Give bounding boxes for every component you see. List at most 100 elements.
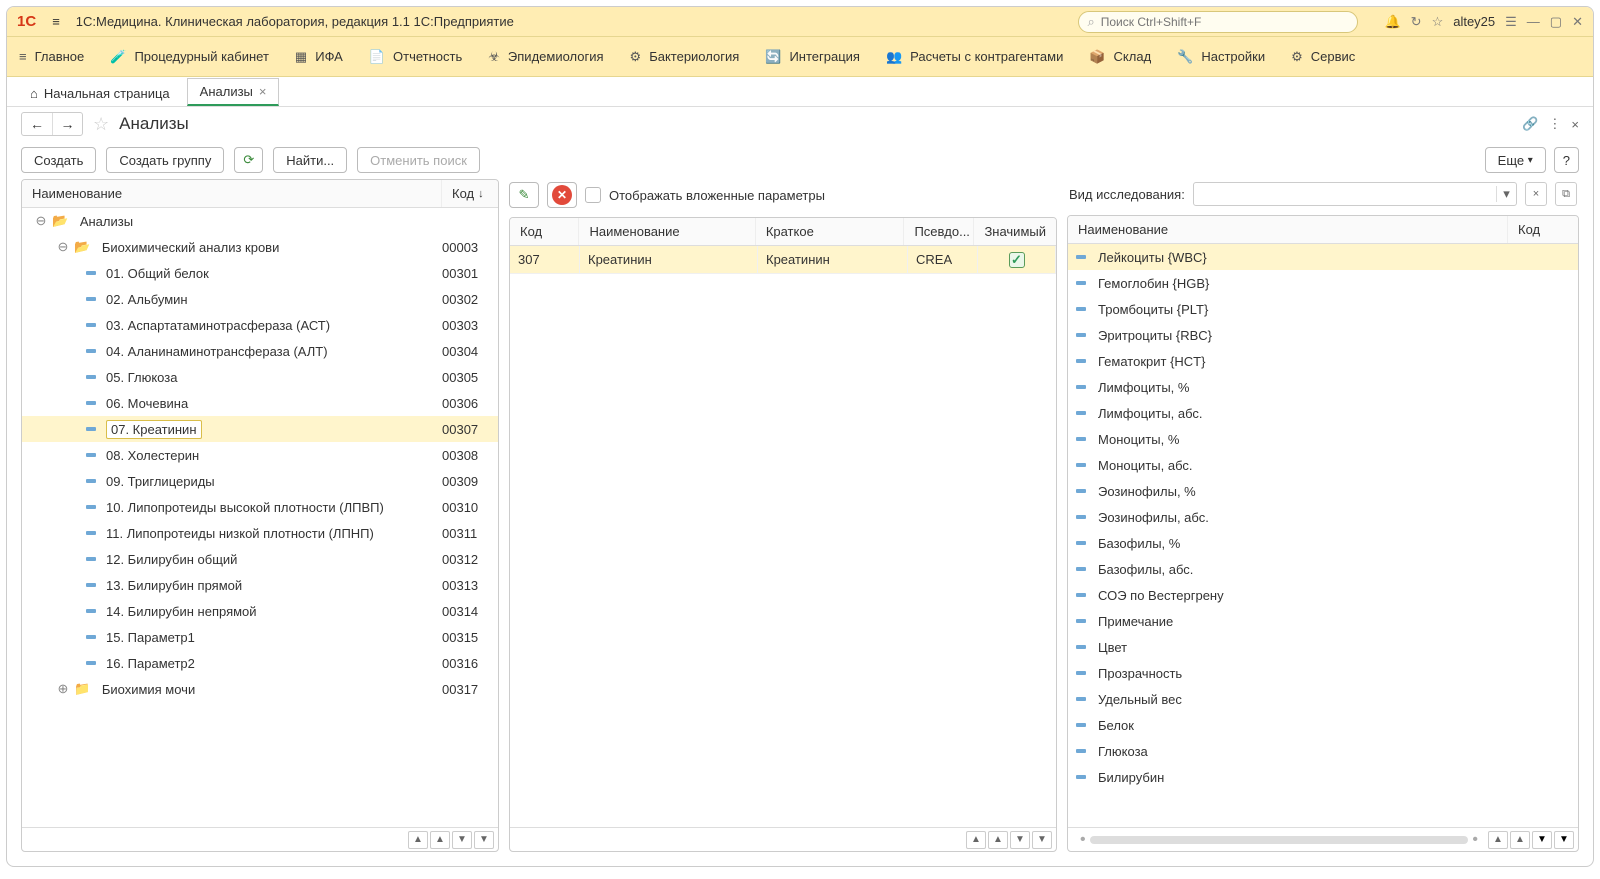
- right-col-code[interactable]: Код: [1508, 216, 1578, 243]
- tree-row[interactable]: 14. Билирубин непрямой00314: [22, 598, 498, 624]
- tree-row[interactable]: ⊕📁 Биохимия мочи00317: [22, 676, 498, 702]
- scrollbar[interactable]: [1090, 836, 1469, 844]
- right-list-item[interactable]: Лимфоциты, %: [1068, 374, 1578, 400]
- right-list-item[interactable]: Прозрачность: [1068, 660, 1578, 686]
- mid-col-code[interactable]: Код: [510, 218, 579, 245]
- page-close-icon[interactable]: ×: [1571, 117, 1579, 132]
- nav-forward-button[interactable]: →: [52, 113, 82, 135]
- menu-главное[interactable]: ≡Главное: [19, 49, 84, 64]
- mid-up-button[interactable]: ▲: [988, 831, 1008, 849]
- bell-icon[interactable]: 🔔: [1384, 14, 1400, 30]
- mid-down-button[interactable]: ▼: [1010, 831, 1030, 849]
- scroll-right-icon[interactable]: •: [1472, 831, 1478, 849]
- tree-row[interactable]: 04. Аланинаминотрансфераза (АЛТ)00304: [22, 338, 498, 364]
- tree-down-button[interactable]: ▼: [452, 831, 472, 849]
- more-button[interactable]: Еще ▾: [1485, 147, 1546, 173]
- param-row[interactable]: 307 Креатинин Креатинин CREA ✓: [510, 246, 1056, 274]
- research-type-input[interactable]: ▾: [1193, 182, 1517, 206]
- col-name-header[interactable]: Наименование: [22, 180, 442, 207]
- tree-row[interactable]: 02. Альбумин00302: [22, 286, 498, 312]
- tab-close-icon[interactable]: ×: [259, 84, 267, 99]
- menu-процедурный кабинет[interactable]: 🧪Процедурный кабинет: [110, 49, 269, 65]
- tree-row[interactable]: 15. Параметр100315: [22, 624, 498, 650]
- tree-row[interactable]: ⊖📂 Биохимический анализ крови00003: [22, 234, 498, 260]
- right-list-item[interactable]: Лейкоциты {WBC}: [1068, 244, 1578, 270]
- tree-row[interactable]: 09. Триглицериды00309: [22, 468, 498, 494]
- right-list-item[interactable]: Тромбоциты {PLT}: [1068, 296, 1578, 322]
- menu-эпидемиология[interactable]: ☣Эпидемиология: [488, 49, 603, 65]
- menu-склад[interactable]: 📦Склад: [1089, 49, 1151, 65]
- tree-row[interactable]: 05. Глюкоза00305: [22, 364, 498, 390]
- mid-last-button[interactable]: ▼: [1032, 831, 1052, 849]
- right-list-item[interactable]: Моноциты, абс.: [1068, 452, 1578, 478]
- tree-up-button[interactable]: ▲: [430, 831, 450, 849]
- tree-row[interactable]: 11. Липопротеиды низкой плотности (ЛПНП)…: [22, 520, 498, 546]
- filter-icon[interactable]: ☰: [1505, 14, 1517, 30]
- tree-row[interactable]: 03. Аспартатаминотрасфераза (АСТ)00303: [22, 312, 498, 338]
- tree-row[interactable]: 10. Липопротеиды высокой плотности (ЛПВП…: [22, 494, 498, 520]
- menu-интеграция[interactable]: 🔄Интеграция: [765, 49, 860, 65]
- menu-бактериология[interactable]: ⚙Бактериология: [630, 49, 740, 65]
- nav-back-button[interactable]: ←: [22, 113, 52, 135]
- right-last-button[interactable]: ▼: [1554, 831, 1574, 849]
- tree-last-button[interactable]: ▼: [474, 831, 494, 849]
- mid-col-pseudo[interactable]: Псевдо...: [904, 218, 974, 245]
- right-col-name[interactable]: Наименование: [1068, 216, 1508, 243]
- right-list-item[interactable]: Белок: [1068, 712, 1578, 738]
- refresh-button[interactable]: ⟳: [234, 147, 263, 173]
- right-first-button[interactable]: ▲: [1488, 831, 1508, 849]
- mid-first-button[interactable]: ▲: [966, 831, 986, 849]
- tab-home[interactable]: ⌂ Начальная страница: [17, 80, 183, 106]
- right-list-item[interactable]: Эозинофилы, абс.: [1068, 504, 1578, 530]
- tree-row[interactable]: 13. Билирубин прямой00313: [22, 572, 498, 598]
- menu-сервис[interactable]: ⚙Сервис: [1291, 49, 1355, 65]
- close-icon[interactable]: ✕: [1572, 14, 1583, 30]
- menu-расчеты с контрагентами[interactable]: 👥Расчеты с контрагентами: [886, 49, 1063, 65]
- mid-col-sig[interactable]: Значимый: [974, 218, 1056, 245]
- tree-row[interactable]: 06. Мочевина00306: [22, 390, 498, 416]
- user-label[interactable]: altey25: [1453, 14, 1495, 29]
- right-up-button[interactable]: ▲: [1510, 831, 1530, 849]
- history-icon[interactable]: ↻: [1411, 14, 1422, 30]
- edit-button[interactable]: ✎: [509, 182, 539, 208]
- dropdown-icon[interactable]: ▾: [1496, 186, 1516, 202]
- right-list-item[interactable]: Моноциты, %: [1068, 426, 1578, 452]
- menu-ифа[interactable]: ▦ИФА: [295, 49, 343, 65]
- mid-col-name[interactable]: Наименование: [579, 218, 755, 245]
- right-list-item[interactable]: Эритроциты {RBC}: [1068, 322, 1578, 348]
- right-list-item[interactable]: СОЭ по Вестергрену: [1068, 582, 1578, 608]
- expand-icon[interactable]: ⊕: [56, 681, 70, 697]
- right-list-item[interactable]: Удельный вес: [1068, 686, 1578, 712]
- nested-checkbox[interactable]: [585, 187, 601, 203]
- right-list-item[interactable]: Гематокрит {HCT}: [1068, 348, 1578, 374]
- menu-отчетность[interactable]: 📄Отчетность: [369, 49, 462, 65]
- help-button[interactable]: ?: [1554, 147, 1579, 173]
- tree-row[interactable]: 16. Параметр200316: [22, 650, 498, 676]
- tab-analyses[interactable]: Анализы ×: [187, 78, 280, 106]
- star-icon[interactable]: ☆: [1432, 14, 1444, 30]
- scroll-left-icon[interactable]: •: [1080, 831, 1086, 849]
- tree-row[interactable]: 08. Холестерин00308: [22, 442, 498, 468]
- tree-row[interactable]: ⊖📂 Анализы: [22, 208, 498, 234]
- favorite-star-icon[interactable]: ☆: [93, 114, 109, 135]
- expand-filter-button[interactable]: ⧉: [1555, 182, 1577, 206]
- tree-row[interactable]: 01. Общий белок00301: [22, 260, 498, 286]
- search-input[interactable]: [1101, 15, 1350, 29]
- right-list-item[interactable]: Гемоглобин {HGB}: [1068, 270, 1578, 296]
- create-group-button[interactable]: Создать группу: [106, 147, 224, 173]
- tree-first-button[interactable]: ▲: [408, 831, 428, 849]
- right-list-item[interactable]: Примечание: [1068, 608, 1578, 634]
- tree-row[interactable]: 07. Креатинин00307: [22, 416, 498, 442]
- hamburger-icon[interactable]: ≡: [48, 12, 64, 31]
- right-list-item[interactable]: Билирубин: [1068, 764, 1578, 790]
- right-list-item[interactable]: Лимфоциты, абс.: [1068, 400, 1578, 426]
- right-list-item[interactable]: Базофилы, абс.: [1068, 556, 1578, 582]
- clear-filter-button[interactable]: ×: [1525, 182, 1547, 206]
- create-button[interactable]: Создать: [21, 147, 96, 173]
- expand-icon[interactable]: ⊖: [34, 213, 48, 229]
- expand-icon[interactable]: ⊖: [56, 239, 70, 255]
- global-search[interactable]: ⌕: [1078, 11, 1358, 33]
- kebab-icon[interactable]: ⋮: [1548, 116, 1561, 132]
- right-list-item[interactable]: Эозинофилы, %: [1068, 478, 1578, 504]
- right-down-button[interactable]: ▼: [1532, 831, 1552, 849]
